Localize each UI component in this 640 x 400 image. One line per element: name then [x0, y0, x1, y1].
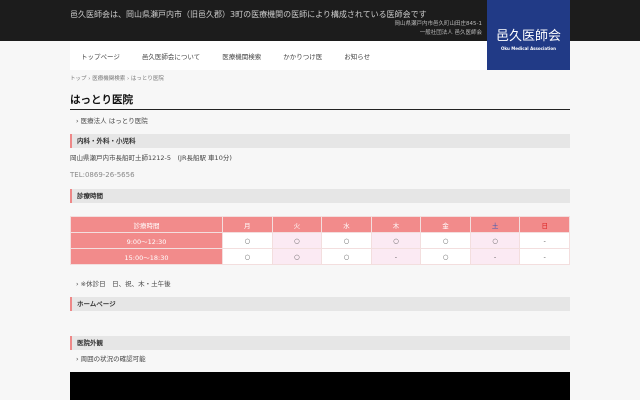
exterior-text: 周囲の状況の確認可能 [80, 355, 146, 363]
col-header: 診療時間 [70, 216, 223, 233]
cell: - [519, 232, 570, 249]
breadcrumb[interactable]: トップ › 医療機関検索 › はっとり医院 [70, 74, 164, 82]
corp-name: › 医療法人 はっとり医院 [76, 117, 148, 125]
col-header: 月 [222, 216, 273, 233]
table-row: 15:00〜18:30 ○ ○ ○ - ○ - - [70, 248, 570, 265]
clinic-tel: TEL:0869-26-5656 [70, 171, 135, 179]
col-header: 水 [321, 216, 372, 233]
cell: ○ [469, 232, 521, 249]
cell: ○ [321, 248, 372, 265]
logo-text: 邑久医師会 [495, 29, 561, 44]
cell: - [519, 248, 570, 265]
corp-text: 医療法人 はっとり医院 [80, 117, 148, 125]
col-header: 火 [271, 216, 323, 233]
departments-heading: 内科・外科・小児科 [70, 134, 570, 148]
cell: ○ [271, 232, 323, 249]
table-row: 9:00〜12:30 ○ ○ ○ ○ ○ ○ - [70, 232, 570, 249]
col-header: 日 [519, 216, 570, 233]
col-header: 金 [420, 216, 471, 233]
main-nav: トップページ 邑久医師会について 医療機関検索 かかりつけ医 お知らせ [70, 41, 487, 70]
exterior-heading: 医院外観 [70, 336, 570, 350]
nav-family-doctor[interactable]: かかりつけ医 [283, 51, 322, 61]
cell: - [469, 248, 521, 265]
logo-subtext: Oku Medical Association [501, 46, 556, 51]
col-header: 土 [469, 216, 521, 233]
table-header-row: 診療時間 月 火 水 木 金 土 日 [70, 216, 570, 233]
cell: ○ [420, 248, 471, 265]
nav-top[interactable]: トップページ [81, 51, 120, 61]
note-text: ※休診日 日、祝、木・土午後 [80, 280, 171, 288]
tagline: 邑久医師会は、岡山県瀬戸内市（旧邑久郡）3町の医療機関の医師により構成されている… [70, 10, 427, 19]
nav-about[interactable]: 邑久医師会について [142, 51, 200, 61]
col-header: 木 [370, 216, 422, 233]
hours-table: 診療時間 月 火 水 木 金 土 日 9:00〜12:30 ○ ○ ○ ○ ○ … [70, 216, 570, 265]
cell: ○ [321, 232, 372, 249]
header-address: 岡山県瀬戸内市邑久町山田庄845-1 一般社団法人 邑久医師会 [395, 20, 482, 38]
address-text: 岡山県瀬戸内市邑久町山田庄845-1 [394, 21, 482, 27]
row-label: 9:00〜12:30 [70, 232, 223, 249]
hours-heading: 診療時間 [70, 189, 570, 203]
cell: ○ [222, 248, 273, 265]
cell: ○ [370, 232, 422, 249]
page-title: はっとり医院 [70, 92, 570, 110]
cell: ○ [420, 232, 471, 249]
clinic-address: 岡山県瀬戸内市長船町土師1212-5 (JR長船駅 車10分) [70, 154, 232, 162]
cell: ○ [222, 232, 273, 249]
org-name: 一般社団法人 邑久医師会 [419, 30, 482, 36]
exterior-image [70, 372, 570, 400]
cell: ○ [271, 248, 323, 265]
exterior-item: › 周囲の状況の確認可能 [76, 355, 146, 363]
row-label: 15:00〜18:30 [70, 248, 223, 265]
cell: - [370, 248, 422, 265]
closed-days-note: › ※休診日 日、祝、木・土午後 [76, 280, 171, 288]
logo[interactable]: 邑久医師会 Oku Medical Association [487, 0, 570, 70]
nav-search[interactable]: 医療機関検索 [222, 51, 261, 61]
nav-news[interactable]: お知らせ [344, 51, 370, 61]
homepage-heading: ホームページ [70, 297, 570, 311]
